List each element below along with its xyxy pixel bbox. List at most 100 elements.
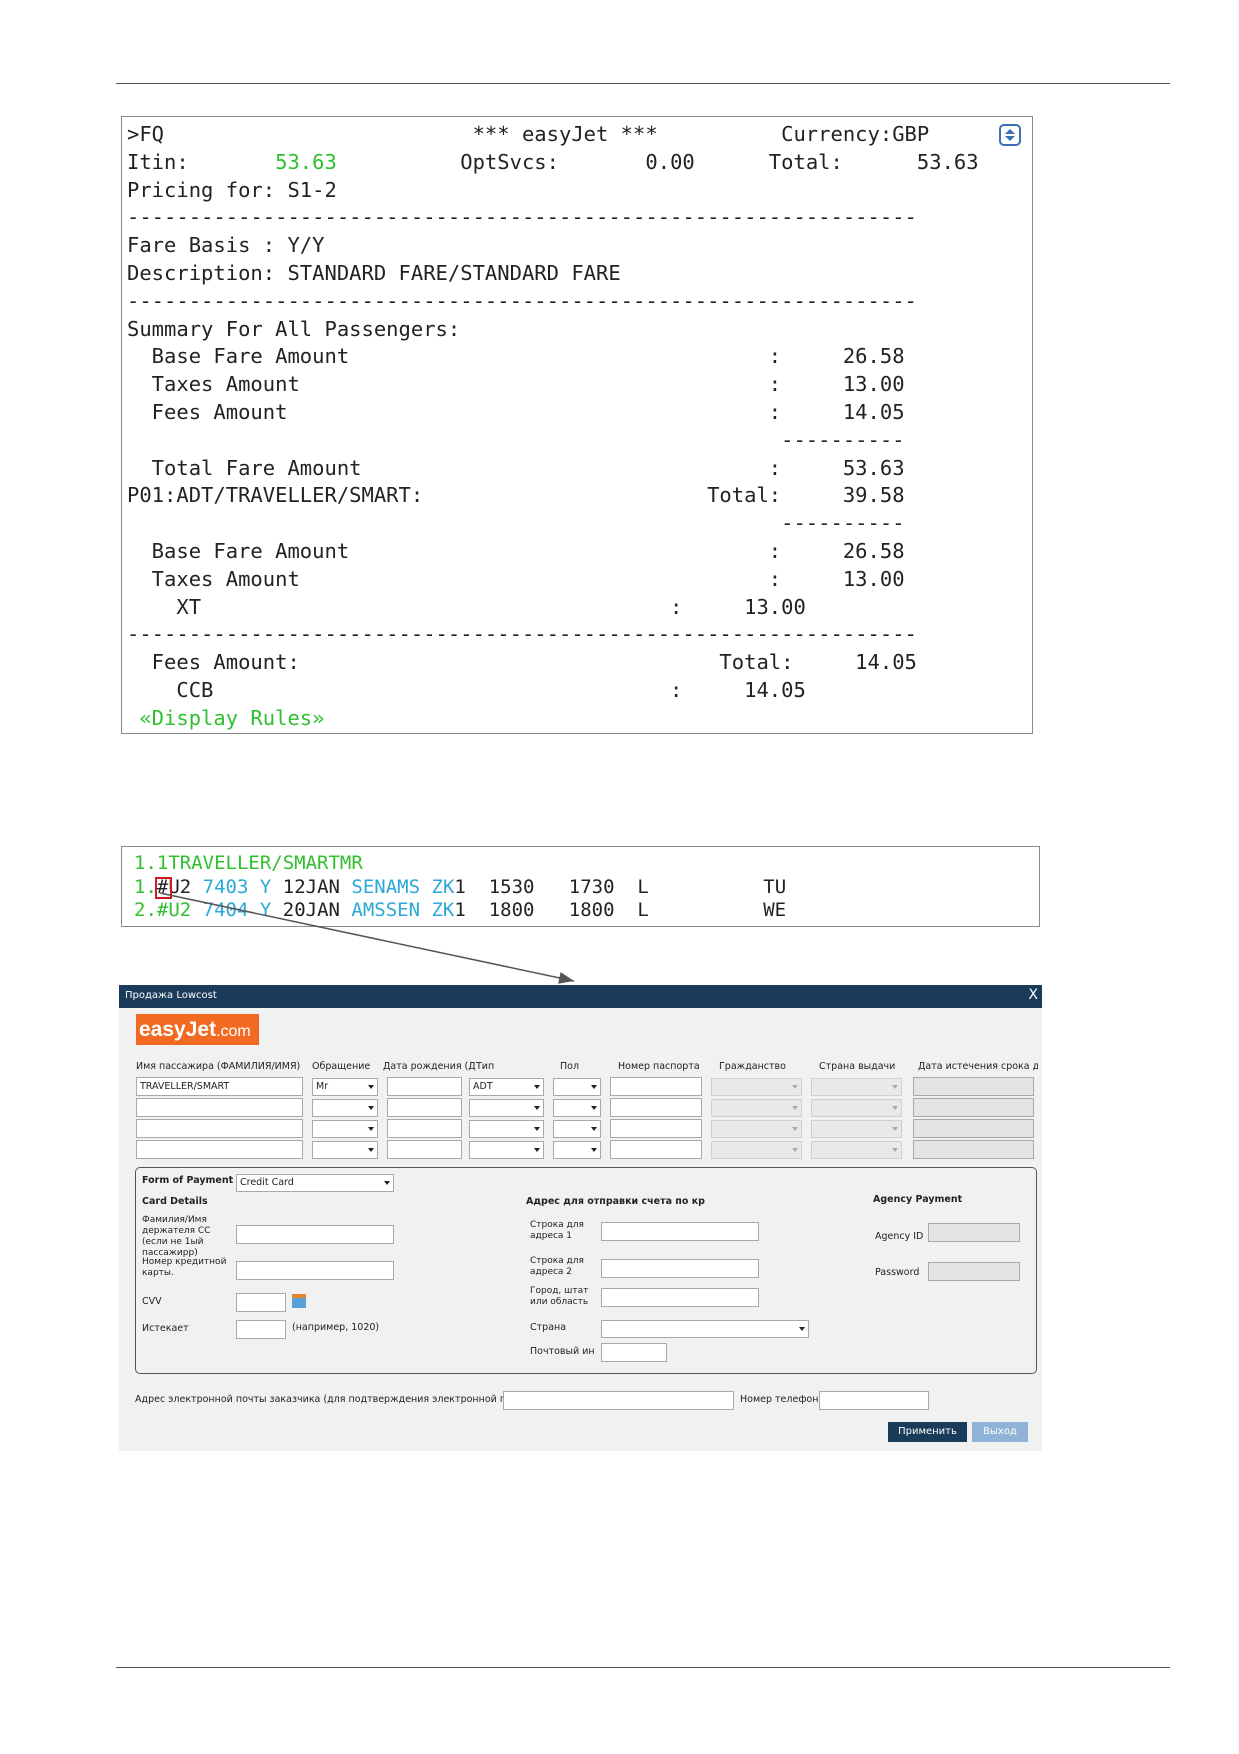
title-select[interactable]: [312, 1120, 378, 1138]
passenger-name-input[interactable]: [136, 1119, 303, 1138]
passenger-name-input[interactable]: [136, 1098, 303, 1117]
citizenship-select[interactable]: [711, 1120, 802, 1138]
terminal-line: ----------------------------------------…: [127, 204, 979, 232]
expiry-input[interactable]: [913, 1077, 1034, 1096]
card-number-input[interactable]: [236, 1261, 394, 1280]
cardholder-name-input[interactable]: [236, 1225, 394, 1244]
terminal-line-segment: >FQ *** easyJet *** Currency:GBP: [127, 122, 930, 146]
type-value: ADT: [473, 1081, 493, 1092]
close-icon[interactable]: X: [1028, 987, 1038, 1003]
postal-code-input[interactable]: [601, 1343, 667, 1362]
dob-input[interactable]: [387, 1119, 462, 1138]
terminal-line-segment: ----------------------------------------…: [127, 622, 917, 647]
type-select[interactable]: [469, 1120, 544, 1138]
logo-main-text: easyJet: [139, 1018, 217, 1041]
chevron-down-icon: [368, 1148, 374, 1152]
dob-input[interactable]: [387, 1077, 462, 1096]
issuing-country-select[interactable]: [811, 1099, 902, 1117]
passenger-name-input[interactable]: [136, 1140, 303, 1159]
apply-button[interactable]: Применить: [888, 1422, 967, 1442]
passport-input[interactable]: [610, 1077, 702, 1096]
citizenship-select[interactable]: [711, 1099, 802, 1117]
type-select[interactable]: [469, 1141, 544, 1159]
pnr-line-segment: 1.1TRAVELLER/SMARTMR: [134, 852, 363, 874]
password-label: Password: [875, 1267, 920, 1278]
agency-id-input[interactable]: [928, 1223, 1020, 1242]
type-select[interactable]: [469, 1099, 544, 1117]
issuing-country-select[interactable]: [811, 1120, 902, 1138]
exit-button[interactable]: Выход: [972, 1422, 1028, 1442]
title-select[interactable]: Mr: [312, 1078, 378, 1096]
citizenship-select[interactable]: [711, 1078, 802, 1096]
pnr-line: 2.#U2 7404 Y 20JAN AMSSEN ZK1 1800 1800 …: [134, 899, 786, 923]
phone-input[interactable]: [819, 1391, 929, 1410]
chevron-down-icon: [591, 1148, 597, 1152]
terminal-line-segment: Summary For All Passengers:: [127, 316, 461, 341]
pnr-line-segment: AMSSEN: [351, 899, 421, 921]
expires-input[interactable]: [236, 1320, 286, 1339]
expiry-input[interactable]: [913, 1140, 1034, 1159]
terminal-line-segment: Fare Basis : Y/Y: [127, 233, 325, 258]
gender-select[interactable]: [553, 1099, 601, 1117]
pnr-line-segment: ZK: [431, 875, 455, 898]
pnr-line-segment: [248, 899, 259, 921]
passport-input[interactable]: [610, 1098, 702, 1117]
gender-select[interactable]: [553, 1141, 601, 1159]
terminal-line: CCB : 14.05: [127, 677, 979, 705]
header-issuing-country: Страна выдачи: [819, 1061, 896, 1072]
email-input[interactable]: [503, 1391, 734, 1410]
form-of-payment-select[interactable]: Credit Card: [236, 1174, 394, 1192]
pnr-itinerary-panel: 1.1TRAVELLER/SMARTMR 1.#U2 7403 Y 12JAN S…: [121, 846, 1040, 927]
header-expiry: Дата истечения срока де: [918, 1061, 1038, 1072]
pnr-line-segment: SENAMS: [351, 875, 421, 898]
password-input[interactable]: [928, 1262, 1020, 1281]
gender-select[interactable]: [553, 1120, 601, 1138]
dob-input[interactable]: [387, 1098, 462, 1117]
chevron-down-icon: [368, 1127, 374, 1131]
billing-address-header: Адрес для отправки счета по кр: [526, 1196, 705, 1207]
dob-input[interactable]: [387, 1140, 462, 1159]
pnr-line-segment: 1 1800 1800 L WE: [454, 899, 787, 921]
country-select[interactable]: [601, 1320, 809, 1338]
terminal-line-segment: CCB : 14.05: [127, 677, 806, 702]
terminal-line-segment: Taxes Amount : 13.00: [127, 372, 905, 397]
city-label: Город, штат или область: [530, 1286, 589, 1307]
address-line2-input[interactable]: [601, 1259, 759, 1278]
gender-select[interactable]: [553, 1078, 601, 1096]
title-select[interactable]: [312, 1099, 378, 1117]
chevron-down-icon: [892, 1148, 898, 1152]
scroll-toggle-icon[interactable]: [999, 124, 1021, 146]
expires-label: Истекает: [142, 1323, 189, 1334]
citizenship-select[interactable]: [711, 1141, 802, 1159]
issuing-country-select[interactable]: [811, 1141, 902, 1159]
terminal-line-segment: Fees Amount: Total: 14.05: [127, 650, 917, 675]
pnr-line: 1.#U2 7403 Y 12JAN SENAMS ZK1 1530 1730 …: [134, 876, 786, 900]
segment-marker-highlight[interactable]: [155, 877, 172, 899]
terminal-line-segment: Total Fare Amount : 53.63: [127, 455, 905, 480]
passenger-name-input[interactable]: TRAVELLER/SMART: [136, 1077, 303, 1096]
pnr-line-segment: 1.: [134, 875, 157, 898]
address-line2-label: Строка для адреса 2: [530, 1256, 584, 1277]
expiry-input[interactable]: [913, 1119, 1034, 1138]
passport-input[interactable]: [610, 1140, 702, 1159]
cvv-input[interactable]: [236, 1293, 286, 1312]
lowcost-sale-dialog: Продажа Lowcost X easyJet.com Имя пассаж…: [119, 985, 1042, 1451]
city-input[interactable]: [601, 1288, 759, 1307]
passport-input[interactable]: [610, 1119, 702, 1138]
address-line1-input[interactable]: [601, 1222, 759, 1241]
terminal-line: ----------------------------------------…: [127, 288, 979, 316]
pnr-line-segment: 7404: [202, 899, 249, 921]
title-select[interactable]: [312, 1141, 378, 1159]
issuing-country-select[interactable]: [811, 1078, 902, 1096]
header-citizenship: Гражданство: [719, 1061, 786, 1072]
phone-label: Номер телефона: [740, 1394, 825, 1405]
terminal-line-segment: «Display Rules»: [127, 705, 325, 730]
chevron-down-icon: [534, 1127, 540, 1131]
expiry-input[interactable]: [913, 1098, 1034, 1117]
chevron-down-icon: [892, 1085, 898, 1089]
country-label: Страна: [530, 1322, 567, 1333]
terminal-line: ----------------------------------------…: [127, 621, 979, 649]
type-select[interactable]: ADT: [469, 1078, 544, 1096]
chevron-down-icon: [792, 1106, 798, 1110]
card-info-icon[interactable]: [292, 1294, 306, 1308]
